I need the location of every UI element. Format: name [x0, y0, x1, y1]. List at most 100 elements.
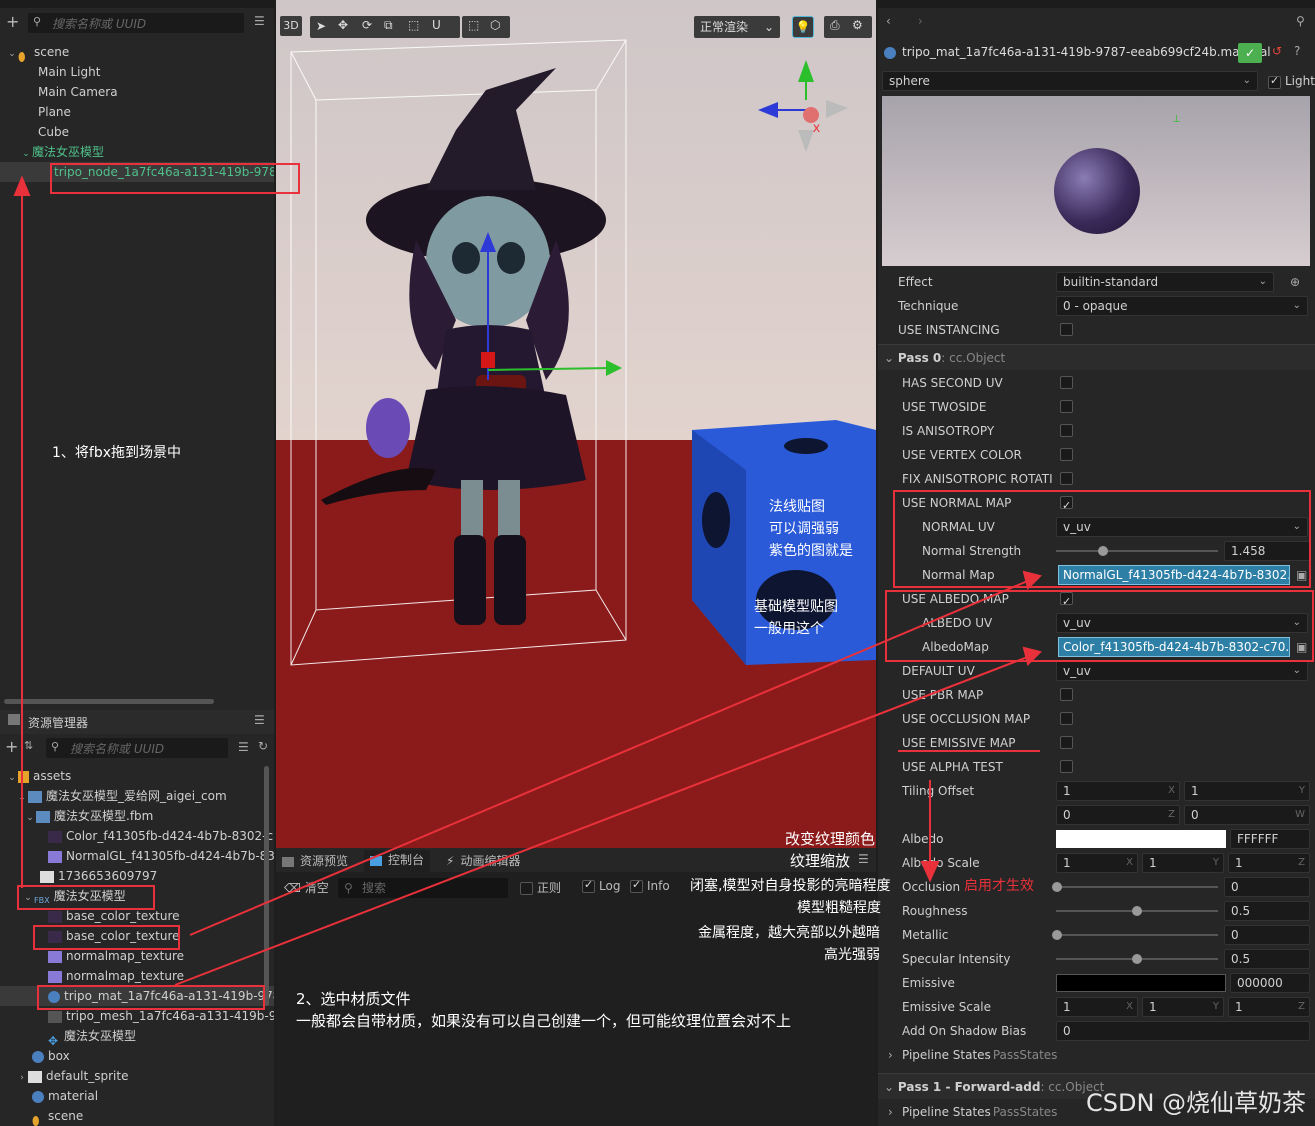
material-preview[interactable]: ⊥	[882, 96, 1310, 266]
chevron-down-icon[interactable]: ⌄	[6, 768, 18, 788]
clear-button[interactable]: ⌫ 清空	[284, 879, 329, 896]
sort-icon[interactable]: ☰	[238, 740, 249, 754]
asset-item-prefab[interactable]: ✥ 魔法女巫模型	[0, 1026, 274, 1048]
pass0-header[interactable]: ⌄ Pass 0: cc.Object	[878, 344, 1315, 370]
hierarchy-scrollbar[interactable]	[4, 699, 214, 704]
tab-console[interactable]: 控制台	[364, 850, 431, 872]
pin-icon[interactable]: ⚲	[1296, 14, 1305, 28]
pivot-icon[interactable]: ⬚	[468, 18, 479, 32]
use-instancing-checkbox[interactable]	[1060, 323, 1073, 336]
specular-input[interactable]: 0.5	[1224, 949, 1310, 969]
tree-item-main-camera[interactable]: Main Camera	[0, 82, 274, 102]
offset-z-input[interactable]: 0Z	[1056, 805, 1180, 825]
asset-item-material-file[interactable]: material	[0, 1086, 274, 1106]
asset-item-fbm-folder[interactable]: ⌄ 魔法女巫模型.fbm	[0, 806, 274, 826]
metallic-input[interactable]: 0	[1224, 925, 1310, 945]
use-vertex-color-checkbox[interactable]	[1060, 448, 1073, 461]
hierarchy-search-input[interactable]: ⚲ 搜索名称或 UUID	[28, 13, 244, 33]
roughness-input[interactable]: 0.5	[1224, 901, 1310, 921]
emissive-scale-y[interactable]: 1Y	[1142, 997, 1224, 1017]
chevron-down-icon[interactable]: ⌄	[16, 788, 28, 808]
has-second-uv-checkbox[interactable]	[1060, 376, 1073, 389]
snap-tool-icon[interactable]: U	[432, 18, 441, 32]
regex-toggle[interactable]: 正则	[520, 879, 561, 896]
gear-icon[interactable]: ⚙	[852, 18, 863, 32]
albedo-hex-input[interactable]: FFFFFF	[1230, 829, 1310, 849]
use-alpha-test-checkbox[interactable]	[1060, 760, 1073, 773]
revert-icon[interactable]: ↺	[1272, 44, 1282, 58]
filter-icon[interactable]: ⇅	[24, 739, 33, 752]
info-toggle[interactable]: Info	[630, 878, 670, 893]
asset-item-box[interactable]: box	[0, 1046, 274, 1066]
chevron-right-icon[interactable]: ›	[16, 1068, 28, 1088]
emissive-hex-input[interactable]: 000000	[1230, 973, 1310, 993]
help-icon[interactable]: ?	[1294, 44, 1300, 58]
add-icon[interactable]: +	[6, 12, 19, 31]
regex-checkbox[interactable]	[520, 882, 533, 895]
menu-icon[interactable]: ☰	[254, 713, 265, 727]
forward-icon[interactable]: ›	[918, 14, 923, 28]
use-occlusion-map-checkbox[interactable]	[1060, 712, 1073, 725]
tree-item-main-light[interactable]: Main Light	[0, 62, 274, 82]
scale-tool-icon[interactable]: ⧉	[384, 18, 393, 33]
tree-item-scene[interactable]: ⌄ ⬮ scene	[0, 42, 274, 64]
asset-item-normal-texture[interactable]: NormalGL_f41305fb-d424-4b7b-830	[0, 846, 274, 866]
log-toggle[interactable]: Log	[582, 878, 620, 893]
preview-mesh-select[interactable]: sphere ⌄	[882, 71, 1258, 91]
chevron-down-icon[interactable]: ⌄	[24, 808, 36, 828]
is-anisotropy-checkbox[interactable]	[1060, 424, 1073, 437]
shadow-bias-input[interactable]: 0	[1056, 1021, 1310, 1041]
locate-icon[interactable]: ⊕	[1290, 270, 1300, 294]
tree-item-witch-model[interactable]: ⌄ 魔法女巫模型	[0, 142, 274, 162]
asset-item-scene[interactable]: ⬮ scene	[0, 1106, 274, 1126]
select-tool-icon[interactable]: ➤	[316, 19, 326, 33]
tree-item-cube[interactable]: Cube	[0, 122, 274, 142]
chevron-down-icon[interactable]: ⌄	[6, 44, 18, 64]
fix-anisotropic-checkbox[interactable]	[1060, 472, 1073, 485]
tab-animation-editor[interactable]: ⚡ 动画编辑器	[446, 851, 520, 871]
save-button[interactable]: ✓	[1238, 43, 1262, 63]
global-icon[interactable]: ⬡	[490, 18, 500, 32]
technique-select[interactable]: 0 - opaque ⌄	[1056, 296, 1308, 316]
refresh-icon[interactable]: ↻	[258, 739, 268, 753]
metallic-slider[interactable]	[1052, 930, 1218, 940]
specular-slider[interactable]	[1056, 954, 1218, 964]
info-checkbox[interactable]	[630, 878, 643, 893]
pass0-pipeline-states[interactable]: › Pipeline States: PassStates	[878, 1043, 1308, 1067]
offset-w-input[interactable]: 0W	[1184, 805, 1310, 825]
mode-3d-button[interactable]: 3D	[280, 16, 302, 36]
use-twoside-checkbox[interactable]	[1060, 400, 1073, 413]
tree-item-plane[interactable]: Plane	[0, 102, 274, 122]
menu-icon[interactable]: ☰	[858, 852, 869, 866]
albedo-scale-z[interactable]: 1Z	[1228, 853, 1310, 873]
add-icon[interactable]: +	[5, 737, 18, 756]
emissive-color-swatch[interactable]	[1056, 974, 1226, 992]
scene-view[interactable]: x 3D ➤ ✥ ⟳ ⧉ ⬚ U ⬚ ⬡ 正常渲染 ⌄ 💡 ⎙ ⚙	[276, 0, 876, 848]
chevron-down-icon[interactable]: ⌄	[20, 144, 32, 164]
asset-item-witch-folder[interactable]: ⌄ 魔法女巫模型_爱给网_aigei_com	[0, 786, 274, 806]
light-toggle-button[interactable]: 💡	[792, 16, 814, 38]
occlusion-input[interactable]: 0	[1224, 877, 1310, 897]
albedo-scale-x[interactable]: 1X	[1056, 853, 1138, 873]
use-emissive-map-checkbox[interactable]	[1060, 736, 1073, 749]
sort-icon[interactable]: ☰	[254, 14, 265, 28]
albedo-scale-y[interactable]: 1Y	[1142, 853, 1224, 873]
assets-search-input[interactable]: ⚲ 搜索名称或 UUID	[46, 738, 228, 758]
tiling-x-input[interactable]: 1X	[1056, 781, 1180, 801]
camera-icon[interactable]: ⎙	[830, 18, 840, 33]
use-pbr-map-checkbox[interactable]	[1060, 688, 1073, 701]
rect-tool-icon[interactable]: ⬚	[408, 18, 419, 32]
render-mode-select[interactable]: 正常渲染 ⌄	[694, 16, 780, 38]
asset-item-default-sprite[interactable]: › default_sprite	[0, 1066, 274, 1086]
effect-select[interactable]: builtin-standard ⌄	[1056, 272, 1274, 292]
log-checkbox[interactable]	[582, 878, 595, 893]
asset-item-color-texture[interactable]: Color_f41305fb-d424-4b7b-8302-c7(	[0, 826, 274, 846]
tab-asset-preview[interactable]: 资源预览	[282, 851, 348, 871]
move-tool-icon[interactable]: ✥	[338, 18, 348, 32]
asset-item-normalmap-2[interactable]: normalmap_texture	[0, 966, 274, 986]
asset-item-image[interactable]: 1736653609797	[0, 866, 274, 886]
default-uv-select[interactable]: v_uv ⌄	[1056, 661, 1308, 681]
albedo-color-swatch[interactable]	[1056, 830, 1226, 848]
console-search-input[interactable]: ⚲ 搜索	[338, 878, 508, 898]
roughness-slider[interactable]	[1056, 906, 1218, 916]
